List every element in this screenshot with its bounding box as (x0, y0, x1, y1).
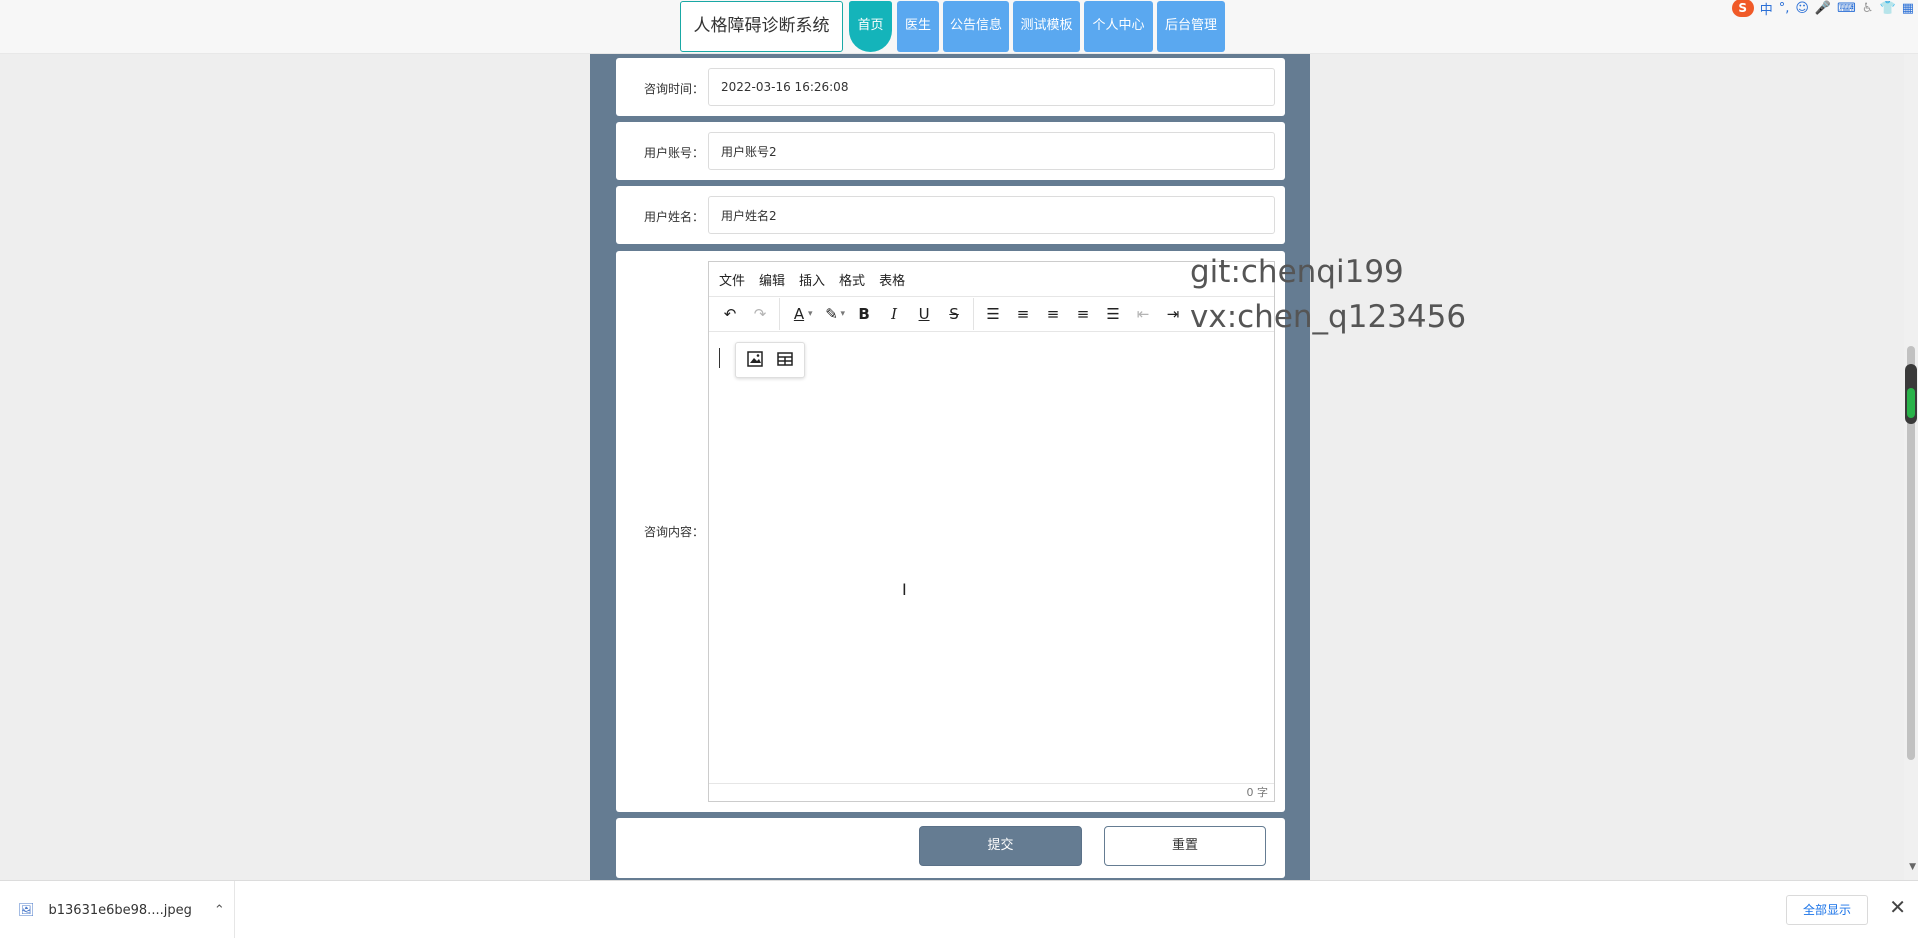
chevron-down-icon[interactable]: ▾ (841, 309, 846, 319)
submit-button[interactable]: 提交 (919, 826, 1082, 866)
nav-home[interactable]: 首页 (849, 1, 892, 52)
menu-insert[interactable]: 插入 (799, 270, 825, 289)
align-center-icon[interactable]: ≡ (1038, 299, 1068, 329)
site-title: 人格障碍诊断系统 (680, 1, 843, 52)
nav-admin[interactable]: 后台管理 (1157, 1, 1225, 52)
consult-time-input[interactable] (708, 68, 1275, 106)
download-item[interactable]: 🖼 b13631e6be98....jpeg ⌃ (0, 881, 235, 938)
punctuation-toggle[interactable]: °, (1779, 1, 1790, 16)
menu-table[interactable]: 表格 (879, 270, 905, 289)
emoji-icon[interactable]: ☺ (1795, 1, 1809, 16)
ime-toolbar: S 中 °, ☺ 🎤 ⌨ ♿ 👕 ▦ (1731, 0, 1914, 18)
consult-time-label: 咨询时间： (643, 82, 704, 96)
italic-icon[interactable]: I (879, 299, 909, 329)
page-scrollbar[interactable] (1904, 54, 1918, 880)
user-name-label: 用户姓名： (643, 210, 704, 224)
watermark-git: git:chenqi199 (1190, 254, 1404, 290)
outdent-icon[interactable]: ⇤ (1128, 299, 1158, 329)
download-filename: b13631e6be98....jpeg (48, 902, 192, 918)
rich-text-editor[interactable]: 文件 编辑 插入 格式 表格 ↶ ↷ A ▾ ✎ ▾ B I U S ☰ ≡ ≡… (708, 261, 1275, 802)
user-account-label: 用户账号： (643, 146, 704, 160)
align-left-icon[interactable]: ≡ (1008, 299, 1038, 329)
align-justify-icon[interactable]: ☰ (1098, 299, 1128, 329)
watermark-vx: vx:chen_q123456 (1190, 299, 1467, 335)
list-icon[interactable]: ☰ (978, 299, 1008, 329)
undo-icon[interactable]: ↶ (715, 299, 745, 329)
text-cursor (719, 348, 720, 368)
underline-icon[interactable]: U (909, 299, 939, 329)
redo-icon[interactable]: ↷ (745, 299, 775, 329)
user-account-row: 用户账号： (616, 122, 1285, 180)
nav-doctor[interactable]: 医生 (897, 1, 939, 52)
accessibility-icon[interactable]: ♿ (1862, 1, 1874, 16)
user-name-row: 用户姓名： (616, 186, 1285, 244)
form-actions-row: 提交 重置 (616, 818, 1285, 878)
nav-announcements[interactable]: 公告信息 (943, 1, 1009, 52)
editor-word-count: 0 字 (709, 783, 1274, 801)
download-bar: 🖼 b13631e6be98....jpeg ⌃ 全部显示 ✕ (0, 880, 1918, 938)
insert-image-icon[interactable] (746, 350, 764, 371)
indent-icon[interactable]: ⇥ (1158, 299, 1188, 329)
toolbox-icon[interactable]: ▦ (1902, 1, 1914, 16)
menu-file[interactable]: 文件 (719, 270, 745, 289)
microphone-icon[interactable]: 🎤 (1815, 1, 1831, 16)
menu-format[interactable]: 格式 (839, 270, 865, 289)
user-name-input[interactable] (708, 196, 1275, 234)
consult-time-row: 咨询时间： (616, 58, 1285, 116)
sogou-logo-icon: S (1731, 0, 1754, 17)
ime-mode-label[interactable]: 中 (1760, 0, 1773, 18)
nav-personal-center[interactable]: 个人中心 (1084, 1, 1153, 52)
menu-edit[interactable]: 编辑 (759, 270, 785, 289)
chevron-down-icon[interactable]: ▾ (808, 309, 813, 319)
strikethrough-icon[interactable]: S (939, 299, 969, 329)
user-account-input[interactable] (708, 132, 1275, 170)
image-file-icon: 🖼 (18, 902, 35, 918)
align-right-icon[interactable]: ≡ (1068, 299, 1098, 329)
mouse-ibeam-cursor: I (902, 580, 907, 599)
quick-insert-toolbar (735, 342, 805, 378)
bold-icon[interactable]: B (849, 299, 879, 329)
keyboard-icon[interactable]: ⌨ (1837, 1, 1856, 16)
insert-table-icon[interactable] (776, 350, 794, 371)
scroll-indicator-icon (1905, 364, 1917, 424)
reset-button[interactable]: 重置 (1104, 826, 1266, 866)
consult-content-label: 咨询内容： (643, 525, 704, 539)
nav-test-templates[interactable]: 测试模板 (1013, 1, 1080, 52)
close-icon[interactable]: ✕ (1889, 895, 1906, 919)
chevron-up-icon[interactable]: ⌃ (214, 903, 225, 918)
show-all-downloads-button[interactable]: 全部显示 (1786, 895, 1868, 925)
form-panel: 咨询时间： 用户账号： 用户姓名： 咨询内容： 文件 编辑 插入 格式 表格 ↶… (590, 54, 1310, 880)
skin-icon[interactable]: 👕 (1880, 1, 1896, 16)
top-nav-bar: 人格障碍诊断系统 首页 医生 公告信息 测试模板 个人中心 后台管理 S 中 °… (0, 0, 1918, 54)
consult-content-row: 咨询内容： 文件 编辑 插入 格式 表格 ↶ ↷ A ▾ ✎ ▾ B I U S (616, 251, 1285, 812)
scroll-down-arrow-icon[interactable]: ▼ (1909, 862, 1916, 872)
